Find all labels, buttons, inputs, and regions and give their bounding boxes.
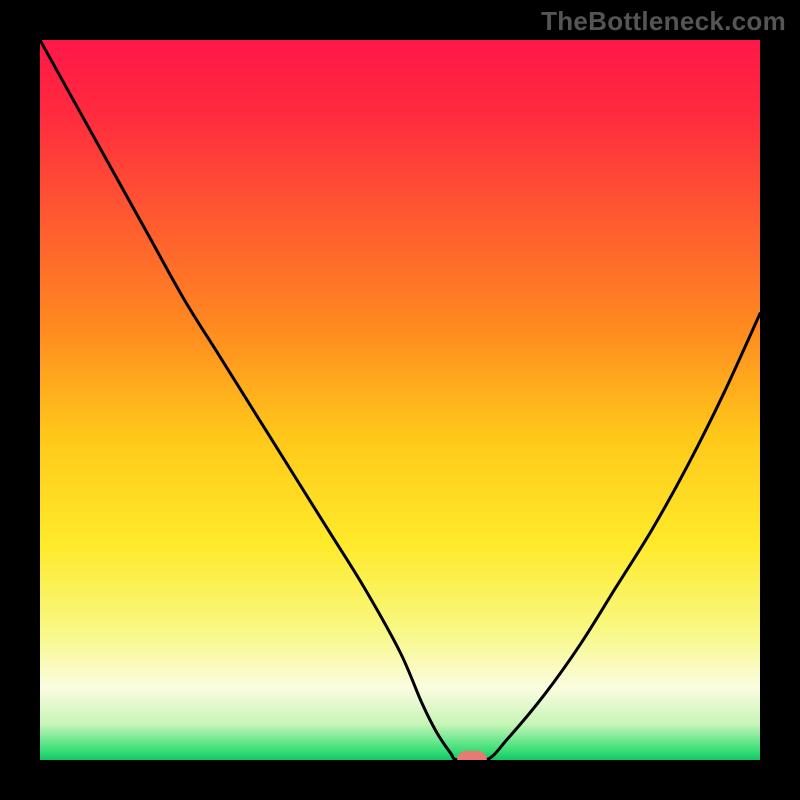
plot-svg — [40, 40, 760, 760]
plot-area — [40, 40, 760, 760]
watermark-text: TheBottleneck.com — [541, 6, 786, 37]
optimum-marker — [458, 751, 487, 760]
chart-frame: TheBottleneck.com — [0, 0, 800, 800]
